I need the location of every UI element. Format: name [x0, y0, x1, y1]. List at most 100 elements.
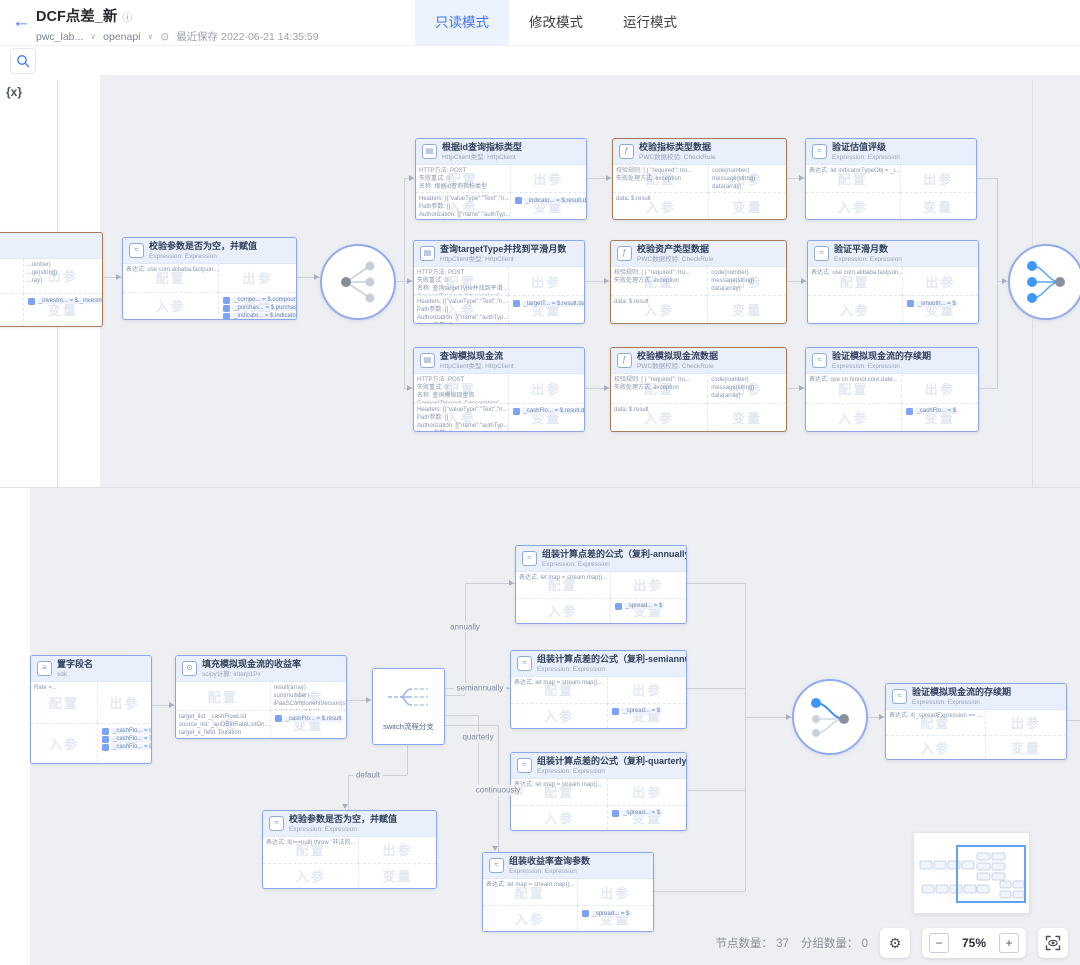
variable-tag: _cashFlo... = Duration — [102, 744, 151, 751]
info-icon[interactable]: ⓘ — [122, 13, 132, 24]
node-cell-tl: 配置表达式: let map = stream.map()... — [511, 677, 607, 703]
node-config-line: 名称: 根据id查询指标类型 — [416, 183, 510, 191]
node-config-lines: 表达式: use com.alibaba.fastjson... — [808, 267, 902, 277]
node-header-text: 组装计算点差的公式（复利-quarterly）Expression: Expre… — [537, 756, 687, 774]
n-yield-params[interactable]: ≈ 组装收益率查询参数Expression: Expression 配置表达式: l… — [482, 852, 654, 932]
flow-edge — [745, 583, 746, 891]
variable-icon — [223, 313, 230, 320]
n-verify-duration-top[interactable]: ≈验证模拟现金流的存续期Expression: Expression配置表达式:… — [805, 347, 979, 432]
n-formula-quarterly[interactable]: ≈组装计算点差的公式（复利-quarterly）Expression: Expr… — [510, 752, 687, 831]
node-title: 查询模拟现金流 — [440, 351, 514, 362]
flow-canvas[interactable]: {x} 节点数量： 37 分组数量： 0 ⚙ − 75% — [0, 75, 1080, 965]
watermark-label: 入参 — [31, 724, 97, 764]
n-http-indicator[interactable]: ▤根据id查询指标类型HttpClient类型: HttpClient配置HTT… — [415, 138, 587, 220]
node-config-line: code(number) — [709, 167, 786, 175]
node-body: 配置HTTP方法: POST失败重试: 0名称: 根据id查询指标类型Conne… — [416, 165, 586, 219]
n-formula-semiannually[interactable]: ≈组装计算点差的公式（复利-semiannually）Expression: E… — [510, 650, 687, 729]
node-config-lines: data: $.result — [613, 193, 708, 203]
node-body: 配置表达式: let map = stream.map()...出参入参变量_s… — [516, 572, 686, 623]
search-button[interactable] — [10, 48, 36, 74]
join-node[interactable] — [1008, 244, 1080, 320]
node-header-text: 组装收益率查询参数Expression: Expression — [509, 856, 590, 874]
n-switch[interactable]: switch流程分支 — [372, 668, 445, 745]
n-verify-duration-bottom[interactable]: ≈验证模拟现金流的存续期Expression: Expression配置表达式:… — [885, 683, 1067, 760]
node-cell-br: 变量_targetT... = $.result.data — [508, 295, 585, 323]
node-cell-br: 变量 — [985, 735, 1066, 760]
node-cell-tl: 配置HTTP方法: POST失败重试: 0名称: 查询模拟现金流ConnectT… — [414, 374, 508, 403]
minimap[interactable] — [913, 832, 1030, 914]
watermark-label: 出参 — [901, 165, 977, 192]
node-cell-tr: 出参 — [607, 677, 686, 703]
settings-button[interactable]: ⚙ — [880, 928, 910, 958]
node-cell-bl: 入参data: $.result — [613, 192, 708, 219]
node-subtitle: sdk — [57, 671, 93, 678]
node-body: 配置表达式: let map = stream.map()...出参入参变量_s… — [483, 879, 653, 931]
variable-tag: _indicato... = $.result.data — [515, 197, 587, 204]
variables-badge[interactable]: {x} — [6, 85, 22, 99]
node-config-line: 表达式: let map = stream.map()... — [516, 574, 610, 582]
back-button[interactable]: ← — [12, 11, 31, 33]
node-cell-bl: 入参target_list: _cashFlowListsource_list:… — [176, 710, 270, 738]
node-subtitle: Expression: Expression — [832, 154, 900, 161]
variable-icon — [513, 408, 520, 415]
node-cell-tr: 出参 — [508, 374, 585, 403]
flow-edge — [1065, 720, 1080, 721]
variable-tags: _spread... = $ — [611, 599, 687, 610]
n-check-params-top[interactable]: ≈校验参数是否为空，并赋值Expression: Expression配置表达式… — [122, 237, 297, 320]
variable-tags: _smooth... = $ — [903, 296, 979, 307]
n-fill-yield[interactable]: ⊙填充模拟现金流的收益率scipy计算: interp1Px配置出参result… — [175, 655, 347, 739]
zoom-in-button[interactable]: + — [999, 933, 1019, 953]
node-header-text: 校验参数是否为空，并赋值Expression: Expression — [289, 814, 397, 832]
n-check-asset[interactable]: ƒ校验资产类型数据PWC数据校验: CheckRule配置校验规则: [ { "… — [610, 240, 787, 324]
n-left-cut[interactable]: ƒ配置出参...umber)...ge(string)...ray)入参变量_i… — [0, 232, 103, 327]
breadcrumb: pwc_lab... ∨ openapi ∨ ⊙ 最近保存 2022-06-21… — [36, 29, 319, 44]
node-title: 验证估值评级 — [832, 142, 900, 153]
variable-tag: _spread... = $ — [612, 708, 686, 715]
tab-edit-mode[interactable]: 修改模式 — [509, 0, 603, 45]
node-body: 配置表达式: if(!==null) throw "非法的...出参入参变量 — [263, 837, 436, 888]
n-http-targettype[interactable]: ▤查询targetType并找到平滑月数HttpClient类型: HttpCl… — [413, 240, 585, 324]
api-select[interactable]: openapi — [103, 31, 140, 43]
node-header: ▤查询targetType并找到平滑月数HttpClient类型: HttpCl… — [414, 241, 584, 267]
node-config-lines: 表达式: let map = stream.map()... — [511, 677, 607, 687]
edge-arrowhead — [509, 580, 514, 586]
node-config-line: Path参数: [] — [414, 306, 508, 314]
node-cell-tl: 配置HTTP方法: POST失败重试: 0名称: 查询targetType并找到… — [414, 267, 508, 295]
variable-icon — [906, 408, 913, 415]
watermark-label: 配置 — [0, 259, 23, 293]
node-cell-tr: 出参 — [577, 879, 654, 905]
n-http-cashflow[interactable]: ▤查询模拟现金流HttpClient类型: HttpClient配置HTTP方法… — [413, 347, 585, 432]
fork-node[interactable] — [320, 244, 396, 320]
minimap-viewport[interactable] — [956, 845, 1026, 903]
node-cell-br: 变量 — [707, 295, 786, 323]
variable-tag: _cashFlo... = $.result — [275, 715, 347, 722]
workspace-select[interactable]: pwc_lab... — [36, 31, 83, 43]
node-config-line: data(array) — [708, 285, 786, 293]
variable-icon — [582, 910, 589, 917]
n-check-cashflow[interactable]: ƒ校验模拟现金流数据PWC数据校验: CheckRule配置校验规则: [ { … — [610, 347, 787, 432]
n-formula-annually[interactable]: ≈组装计算点差的公式（复利-annually）Expression: Expre… — [515, 545, 687, 624]
n-verify-smooth[interactable]: ≈验证平滑月数Expression: Expression配置表达式: use … — [807, 240, 979, 324]
variable-tags: _spread... = $ — [578, 906, 654, 917]
node-cell-br: 变量 — [708, 192, 786, 219]
join-node[interactable] — [792, 679, 868, 755]
tab-readonly-mode[interactable]: 只读模式 — [415, 0, 509, 45]
expression-icon: ≈ — [522, 551, 537, 566]
expression-icon: ≈ — [489, 858, 504, 873]
node-cell-bl: 入参Headers: [{"valueType":"Text","n...Pat… — [414, 403, 508, 432]
node-config-line: iPaaSComponentVersion(string) — [271, 700, 347, 708]
tab-run-mode[interactable]: 运行模式 — [603, 0, 697, 45]
fit-view-button[interactable] — [1038, 928, 1068, 958]
n-verify-rating[interactable]: ≈验证估值评级Expression: Expression配置表达式: let … — [805, 138, 977, 220]
variable-tag-text: _smooth... = $ — [916, 301, 958, 307]
flow-edge — [348, 775, 349, 810]
node-cell-bl: 入参 — [516, 598, 610, 624]
node-header-text: 校验模拟现金流数据PWC数据校验: CheckRule — [637, 351, 718, 369]
node-title: 置字段名 — [57, 659, 93, 670]
node-cell-tl: 配置表达式: if(_spreadExpression == ... — [886, 710, 985, 735]
zoom-out-button[interactable]: − — [929, 933, 949, 953]
n-check-indicator[interactable]: ƒ校验指标类型数据PWC数据校验: CheckRule配置校验规则: [ { "… — [612, 138, 787, 220]
n-set-field[interactable]: ≡置字段名sdk配置Rate =...出参入参变量_cashFlo... = I… — [30, 655, 152, 764]
node-config-line: message(string) — [708, 384, 786, 392]
n-check-params-bottom[interactable]: ≈校验参数是否为空，并赋值Expression: Expression配置表达式… — [262, 810, 437, 889]
